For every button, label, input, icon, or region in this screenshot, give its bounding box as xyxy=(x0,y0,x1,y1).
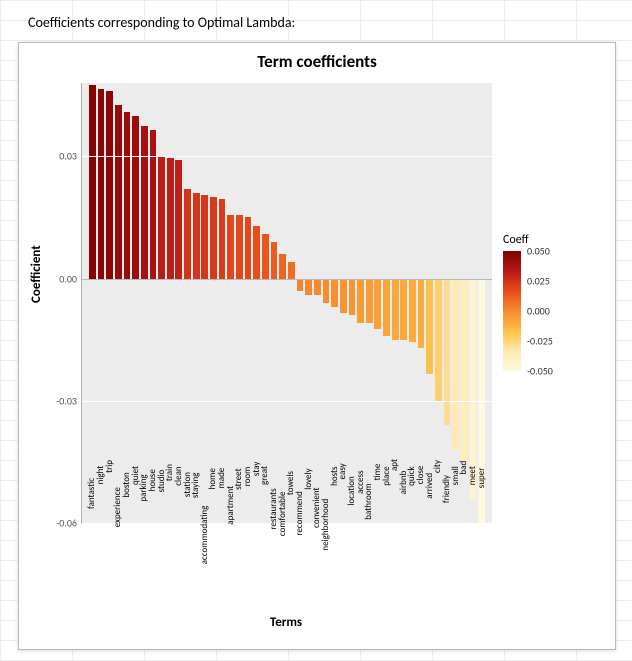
bar xyxy=(314,279,321,295)
bar xyxy=(400,279,407,340)
bar xyxy=(106,91,113,278)
y-tick-label: -0.06 xyxy=(56,517,77,530)
bar xyxy=(253,226,260,279)
bar xyxy=(452,279,459,450)
bar xyxy=(288,262,295,278)
legend-ticks: 0.0500.0250.000-0.025-0.050 xyxy=(527,251,587,371)
y-tick-label: -0.03 xyxy=(56,394,77,407)
bar xyxy=(141,126,148,279)
bar xyxy=(392,279,399,340)
bar xyxy=(227,215,234,278)
legend-tick-label: -0.050 xyxy=(527,365,553,378)
bar xyxy=(357,279,364,324)
bar xyxy=(331,279,338,308)
x-tick-label: neighborhood xyxy=(321,447,330,527)
bar xyxy=(297,279,304,291)
legend-body: 0.0500.0250.000-0.025-0.050 xyxy=(503,251,603,371)
x-tick-label: room xyxy=(243,447,252,527)
x-axis-label: Terms xyxy=(81,615,491,630)
spreadsheet-frame: Coefficients corresponding to Optimal La… xyxy=(0,0,632,661)
chart-title: Term coefficients xyxy=(19,51,615,72)
legend-tick-label: 0.000 xyxy=(527,305,550,318)
bar xyxy=(426,279,433,375)
bar xyxy=(383,279,390,336)
bar xyxy=(349,279,356,316)
bar xyxy=(201,195,208,279)
bar xyxy=(219,199,226,278)
bar xyxy=(98,89,105,278)
bar xyxy=(167,158,174,278)
x-tick-label: time xyxy=(373,447,382,527)
bar xyxy=(461,279,468,462)
section-heading: Coefficients corresponding to Optimal La… xyxy=(28,14,295,31)
bar xyxy=(418,279,425,348)
bar xyxy=(175,160,182,278)
bar xyxy=(323,279,330,303)
y-tick-label: 0.03 xyxy=(59,150,77,163)
x-tick-label: friendly xyxy=(442,447,451,527)
bar xyxy=(374,279,381,330)
bar xyxy=(124,112,131,279)
bar xyxy=(184,189,191,279)
bar xyxy=(132,116,139,279)
bar xyxy=(89,85,96,279)
bar xyxy=(150,130,157,279)
x-tick-label: fantastic xyxy=(87,447,96,527)
x-tick-label: bad xyxy=(459,447,468,527)
x-tick-label: super xyxy=(477,447,486,527)
bar xyxy=(158,156,165,278)
bar xyxy=(193,193,200,279)
color-legend: Coeff 0.0500.0250.000-0.025-0.050 xyxy=(503,233,603,371)
legend-title: Coeff xyxy=(503,233,603,247)
legend-colorbar xyxy=(503,251,521,371)
bar xyxy=(366,279,373,324)
x-tick-label: train xyxy=(165,447,174,527)
legend-tick-label: 0.025 xyxy=(527,275,550,288)
bar xyxy=(115,105,122,278)
y-tick-label: 0.00 xyxy=(59,272,77,285)
bar xyxy=(210,197,217,278)
y-axis-label: Coefficient xyxy=(29,245,44,303)
bar xyxy=(340,279,347,314)
bar xyxy=(271,242,278,279)
bar xyxy=(262,234,269,279)
bar xyxy=(279,254,286,278)
bar xyxy=(305,279,312,295)
bar xyxy=(236,215,243,278)
x-axis-ticklabels: fantasticnighttripexperiencebostonquietp… xyxy=(81,525,491,610)
bar xyxy=(444,279,451,426)
x-tick-label: bathroom xyxy=(364,447,373,527)
bar xyxy=(245,217,252,278)
legend-tick-label: -0.025 xyxy=(527,335,553,348)
bar xyxy=(409,279,416,342)
x-tick-label: boston xyxy=(122,447,131,527)
y-axis-ticks: 0.030.00-0.03-0.06 xyxy=(47,83,77,523)
bar xyxy=(435,279,442,401)
legend-tick-label: 0.050 xyxy=(527,245,550,258)
chart-panel: Term coefficients 0.03 0.00 -0.03 -0.06 Coe… xyxy=(18,42,616,650)
